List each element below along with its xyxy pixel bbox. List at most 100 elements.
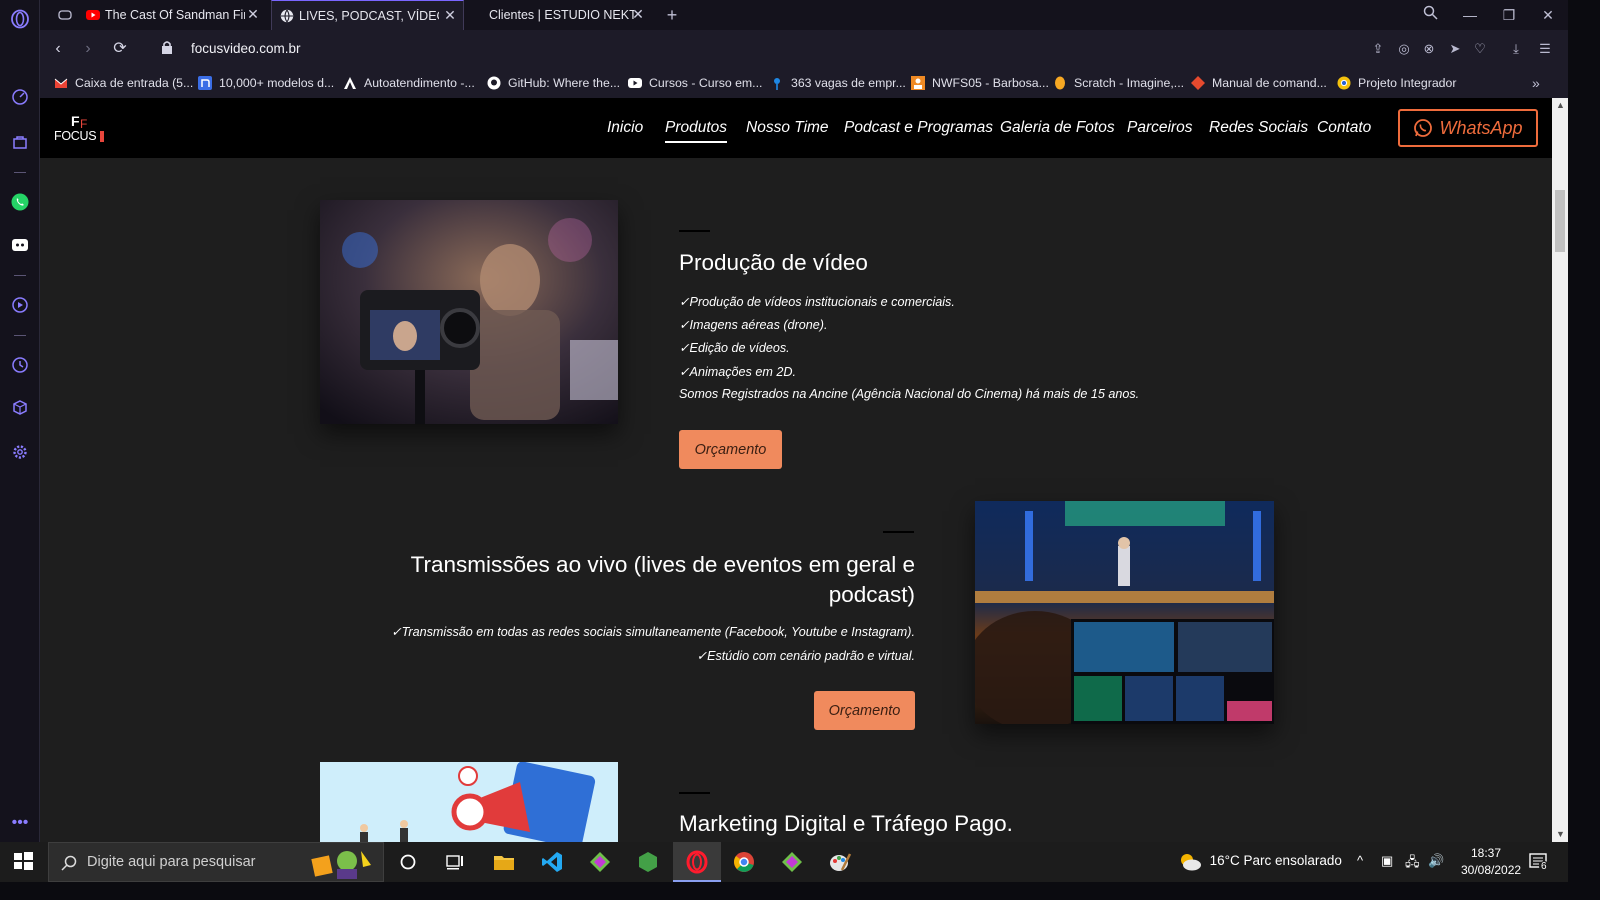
lock-icon[interactable]: [157, 40, 177, 60]
youtube-icon: [86, 10, 100, 20]
feature-item: ✓Edição de vídeos.: [679, 341, 790, 355]
web-page: F F FOCUS Inicio Produtos Nosso Time Pod…: [40, 98, 1552, 842]
scroll-down-icon[interactable]: ▼: [1556, 829, 1565, 839]
clock-time: 18:37: [1470, 846, 1502, 860]
windows-start-icon[interactable]: [12, 850, 36, 874]
bookmark-item[interactable]: 363 vagas de empr...: [770, 74, 906, 92]
nodejs-icon[interactable]: [636, 850, 660, 874]
tab-youtube[interactable]: The Cast Of Sandman Finds ✕: [78, 0, 266, 30]
back-icon[interactable]: ‹: [48, 39, 68, 59]
notification-center-icon[interactable]: 6: [1528, 852, 1550, 875]
nav-produtos[interactable]: Produtos: [665, 119, 728, 143]
feature-item: Somos Registrados na Ancine (Agência Nac…: [679, 387, 1140, 401]
opera-logo-icon[interactable]: [9, 8, 31, 30]
heart-icon[interactable]: ♡: [1471, 40, 1489, 58]
more-bookmarks-icon[interactable]: »: [1532, 74, 1540, 92]
download-icon[interactable]: ⤓: [1507, 40, 1525, 58]
scratch-icon: [1053, 76, 1067, 90]
shopping-icon[interactable]: [9, 131, 31, 153]
section-divider: [679, 230, 710, 232]
nav-contato[interactable]: Contato: [1317, 119, 1371, 137]
video-camera-photo: [320, 200, 618, 424]
close-tab-icon[interactable]: ✕: [631, 7, 645, 21]
page-scrollbar[interactable]: ▲ ▼: [1552, 98, 1568, 842]
history-icon[interactable]: [9, 354, 31, 376]
bookmark-item[interactable]: Manual de comand...: [1191, 74, 1327, 92]
bookmark-item[interactable]: Projeto Integrador: [1337, 74, 1456, 92]
bookmark-item[interactable]: Scratch - Imagine,...: [1053, 74, 1184, 92]
tab-focusvideo[interactable]: LIVES, PODCAST, VÍDEOS, E ✕: [271, 0, 464, 30]
nav-parceiros[interactable]: Parceiros: [1127, 119, 1192, 137]
easy-setup-icon[interactable]: ☰: [1536, 40, 1554, 58]
kraken-icon[interactable]: [588, 850, 612, 874]
player-icon[interactable]: [9, 294, 31, 316]
close-tab-icon[interactable]: ✕: [246, 7, 260, 21]
bookmark-item[interactable]: 10,000+ modelos d...: [198, 74, 334, 92]
orcamento-button[interactable]: Orçamento: [814, 691, 915, 730]
tray-chevron-icon[interactable]: ^: [1357, 853, 1363, 868]
tab-nektar[interactable]: Clientes | ESTUDIO NEKTAR ✕: [481, 0, 651, 30]
search-tabs-icon[interactable]: [1420, 5, 1440, 25]
kraken-icon[interactable]: [780, 850, 804, 874]
taskbar-search[interactable]: Digite aqui para pesquisar: [48, 842, 384, 882]
close-tab-icon[interactable]: ✕: [443, 8, 457, 22]
feature-item: ✓Animações em 2D.: [679, 365, 796, 379]
forward-icon[interactable]: ›: [78, 39, 98, 59]
search-highlight-icon: [311, 851, 371, 879]
tab-title: The Cast Of Sandman Finds: [105, 8, 245, 22]
nav-redes-sociais[interactable]: Redes Sociais: [1209, 119, 1308, 137]
snapshot-icon[interactable]: ◎: [1395, 40, 1413, 58]
url-field[interactable]: focusvideo.com.br: [191, 41, 301, 56]
file-explorer-icon[interactable]: [492, 850, 516, 874]
discord-icon[interactable]: [9, 234, 31, 256]
logo-mark-icon: [100, 131, 104, 142]
tab-strip: The Cast Of Sandman Finds ✕ LIVES, PODCA…: [40, 0, 1568, 30]
focus-logo[interactable]: F F FOCUS: [54, 112, 106, 146]
clock-date: 30/08/2022: [1461, 863, 1522, 877]
share-icon[interactable]: ⇪: [1369, 40, 1387, 58]
volume-icon[interactable]: 🔊: [1428, 853, 1444, 869]
chrome-taskbar-icon[interactable]: [732, 850, 756, 874]
bookmark-item[interactable]: Caixa de entrada (5...: [54, 74, 193, 92]
whatsapp-sidebar-icon[interactable]: [9, 191, 31, 213]
bookmark-item[interactable]: Cursos - Curso em...: [628, 74, 762, 92]
orcamento-button[interactable]: Orçamento: [679, 430, 782, 469]
settings-gear-icon[interactable]: [9, 441, 31, 463]
bookmark-item[interactable]: GitHub: Where the...: [487, 74, 620, 92]
meet-now-icon[interactable]: ▣: [1381, 853, 1393, 869]
scroll-thumb[interactable]: [1555, 190, 1565, 252]
bookmark-item[interactable]: Autoatendimento -...: [343, 74, 475, 92]
close-window-icon[interactable]: ✕: [1538, 5, 1558, 25]
more-options-icon[interactable]: •••: [9, 812, 31, 834]
feature-item: ✓Imagens aéreas (drone).: [679, 318, 828, 332]
clock[interactable]: 18:37 30/08/2022: [1461, 846, 1522, 877]
opera-taskbar-icon[interactable]: [673, 842, 721, 882]
nav-inicio[interactable]: Inicio: [607, 119, 643, 137]
task-view-icon[interactable]: [443, 850, 467, 874]
new-tab-icon[interactable]: +: [662, 5, 682, 25]
vscode-icon[interactable]: [540, 850, 564, 874]
nav-podcast[interactable]: Podcast e Programas: [844, 119, 993, 137]
section-title: Marketing Digital e Tráfego Pago.: [679, 811, 1013, 836]
speed-dial-icon[interactable]: [9, 86, 31, 108]
adblock-icon[interactable]: ⊗: [1420, 40, 1438, 58]
bookmark-item[interactable]: NWFS05 - Barbosa...: [911, 74, 1049, 92]
scroll-up-icon[interactable]: ▲: [1556, 100, 1565, 110]
reload-icon[interactable]: ⟳: [110, 39, 130, 59]
cortana-icon[interactable]: [396, 850, 420, 874]
nav-nosso-time[interactable]: Nosso Time: [746, 119, 829, 137]
extensions-icon[interactable]: [9, 397, 31, 419]
github-icon: [487, 76, 501, 90]
whatsapp-button[interactable]: WhatsApp: [1398, 109, 1538, 147]
feature-item: ✓Estúdio com cenário padrão e virtual.: [696, 649, 915, 663]
restore-icon[interactable]: ❐: [1499, 5, 1519, 25]
send-icon[interactable]: ➤: [1446, 40, 1464, 58]
nav-galeria[interactable]: Galeria de Fotos: [1000, 119, 1115, 137]
paint-icon[interactable]: [828, 850, 852, 874]
bookmark-label: Cursos - Curso em...: [649, 76, 763, 90]
minimize-icon[interactable]: —: [1460, 5, 1480, 25]
svg-text:F: F: [71, 113, 80, 129]
workspace-icon[interactable]: [50, 0, 76, 30]
network-icon[interactable]: 🖧: [1405, 853, 1420, 875]
weather-widget[interactable]: 16°C Parc ensolarado: [1178, 852, 1342, 872]
